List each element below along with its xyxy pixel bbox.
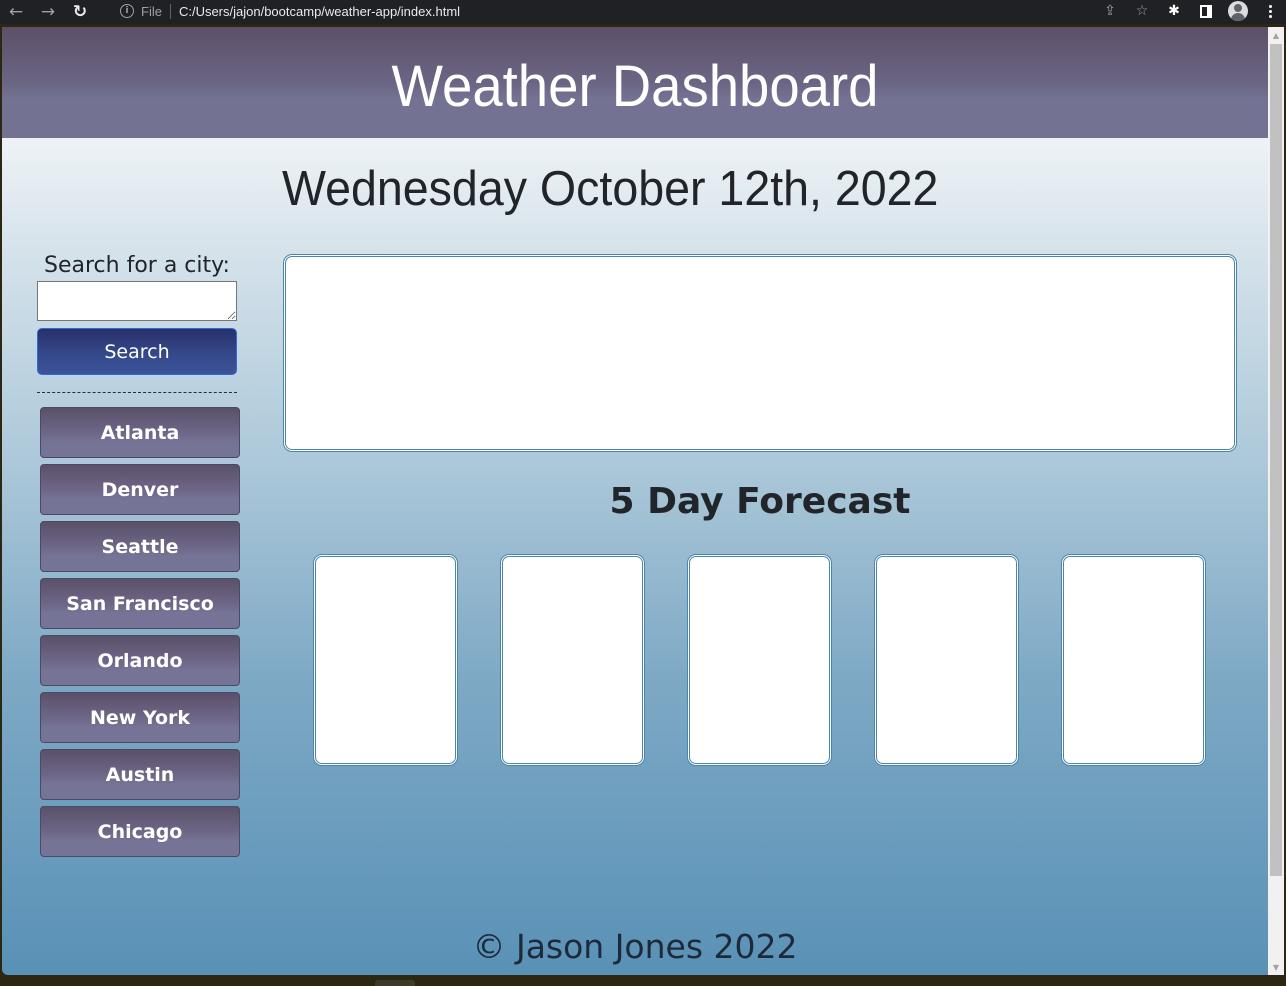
browser-toolbar: ← → ↻ i File C:/Users/jajon/bootcamp/wea…	[0, 0, 1286, 24]
page-title: Weather Dashboard	[391, 54, 879, 119]
current-date: Wednesday October 12th, 2022	[282, 162, 939, 216]
city-button-chicago[interactable]: Chicago	[40, 806, 240, 857]
search-sidebar: Search for a city: Search Atlanta Denver…	[37, 253, 242, 863]
reload-icon: ↻	[72, 2, 88, 22]
forecast-card-day-4	[874, 554, 1019, 766]
search-label: Search for a city:	[44, 253, 230, 278]
browser-actions: ⇪ ☆ ✱	[1094, 0, 1286, 22]
vertical-scrollbar[interactable]: ▲ ▼	[1268, 27, 1284, 975]
city-button-seattle[interactable]: Seattle	[40, 521, 240, 572]
forecast-card-day-5	[1061, 554, 1206, 766]
forecast-card-day-2	[500, 554, 645, 766]
page-footer: © Jason Jones 2022	[472, 927, 798, 966]
share-icon: ⇪	[1104, 3, 1116, 19]
back-button[interactable]: ←	[0, 1, 32, 23]
puzzle-icon: ✱	[1168, 3, 1180, 19]
arrow-right-icon: →	[40, 2, 56, 22]
city-button-austin[interactable]: Austin	[40, 749, 240, 800]
forecast-card-day-1	[313, 554, 458, 766]
scrollbar-thumb[interactable]	[1270, 44, 1282, 876]
forward-button[interactable]: →	[32, 1, 64, 23]
side-panel-icon	[1200, 4, 1212, 18]
forecast-card-day-3	[687, 554, 832, 766]
share-button[interactable]: ⇪	[1094, 0, 1126, 22]
scroll-up-button[interactable]: ▲	[1268, 27, 1284, 43]
search-button[interactable]: Search	[37, 328, 237, 375]
current-weather-card	[283, 254, 1237, 452]
star-icon: ☆	[1135, 3, 1149, 19]
city-button-new-york[interactable]: New York	[40, 692, 240, 743]
city-search-input[interactable]	[37, 281, 237, 321]
city-button-san-francisco[interactable]: San Francisco	[40, 578, 240, 629]
scheme-label: File	[141, 3, 162, 19]
city-button-denver[interactable]: Denver	[40, 464, 240, 515]
taskbar-edge	[375, 980, 415, 986]
dashed-divider	[37, 392, 237, 393]
url-text[interactable]: C:/Users/jajon/bootcamp/weather-app/inde…	[179, 4, 460, 19]
city-history-list: Atlanta Denver Seattle San Francisco Orl…	[40, 407, 242, 857]
kebab-menu-icon	[1268, 4, 1272, 18]
page-viewport: Weather Dashboard Wednesday October 12th…	[2, 27, 1268, 975]
city-button-atlanta[interactable]: Atlanta	[40, 407, 240, 458]
info-icon[interactable]: i	[120, 4, 134, 18]
city-button-orlando[interactable]: Orlando	[40, 635, 240, 686]
triangle-down-icon: ▼	[1272, 962, 1280, 972]
avatar-icon	[1228, 1, 1248, 21]
triangle-up-icon: ▲	[1272, 30, 1280, 40]
forecast-title: 5 Day Forecast	[609, 481, 911, 522]
address-separator	[169, 3, 171, 19]
side-panel-button[interactable]	[1190, 0, 1222, 22]
page-header: Weather Dashboard	[2, 27, 1268, 138]
reload-button[interactable]: ↻	[64, 1, 96, 23]
scroll-down-button[interactable]: ▼	[1268, 959, 1284, 975]
address-bar[interactable]: i File C:/Users/jajon/bootcamp/weather-a…	[106, 0, 1156, 22]
bookmark-button[interactable]: ☆	[1126, 0, 1158, 22]
profile-button[interactable]	[1222, 0, 1254, 22]
arrow-left-icon: ←	[8, 2, 24, 22]
extensions-button[interactable]: ✱	[1158, 0, 1190, 22]
menu-button[interactable]	[1254, 0, 1286, 22]
